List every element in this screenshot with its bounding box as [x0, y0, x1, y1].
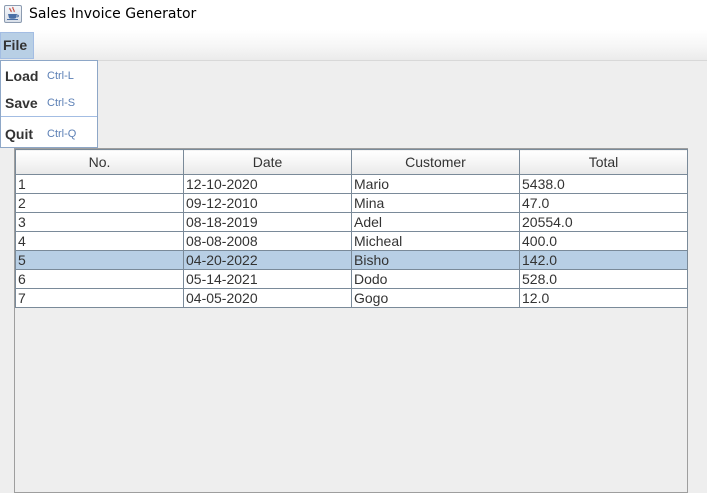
cell-date[interactable]: 05-14-2021 [183, 269, 352, 289]
cell-no[interactable]: 5 [15, 250, 184, 270]
column-header-customer[interactable]: Customer [351, 149, 520, 175]
table-header-row: No. Date Customer Total [15, 149, 688, 175]
cell-total[interactable]: 5438.0 [519, 174, 688, 194]
cell-no[interactable]: 1 [15, 174, 184, 194]
cell-total[interactable]: 400.0 [519, 231, 688, 251]
cell-no[interactable]: 4 [15, 231, 184, 251]
cell-total[interactable]: 12.0 [519, 288, 688, 308]
cell-date[interactable]: 08-08-2008 [183, 231, 352, 251]
table-row[interactable]: 6 05-14-2021 Dodo 528.0 [15, 269, 688, 289]
cell-date[interactable]: 04-05-2020 [183, 288, 352, 308]
cell-no[interactable]: 7 [15, 288, 184, 308]
window-title: Sales Invoice Generator [29, 6, 197, 22]
table-row[interactable]: 4 08-08-2008 Micheal 400.0 [15, 231, 688, 251]
column-header-date[interactable]: Date [183, 149, 352, 175]
menu-item-quit-accelerator: Ctrl-Q [47, 128, 77, 140]
cell-customer[interactable]: Adel [351, 212, 520, 232]
menu-item-save-accelerator: Ctrl-S [47, 97, 76, 109]
cell-date[interactable]: 04-20-2022 [183, 250, 352, 270]
cell-no[interactable]: 2 [15, 193, 184, 213]
menu-item-load-label: Load [5, 68, 39, 84]
cell-no[interactable]: 6 [15, 269, 184, 289]
menu-item-save[interactable]: Save Ctrl-S [1, 91, 97, 115]
file-menu-dropdown: Load Ctrl-L Save Ctrl-S Quit Ctrl-Q [0, 60, 98, 148]
cell-customer[interactable]: Mario [351, 174, 520, 194]
java-cup-icon [4, 5, 22, 23]
menu-item-save-label: Save [5, 95, 38, 111]
column-header-no[interactable]: No. [15, 149, 184, 175]
table-row[interactable]: 7 04-05-2020 Gogo 12.0 [15, 288, 688, 308]
cell-total[interactable]: 142.0 [519, 250, 688, 270]
cell-total[interactable]: 47.0 [519, 193, 688, 213]
cell-total[interactable]: 528.0 [519, 269, 688, 289]
menu-item-load-accelerator: Ctrl-L [47, 70, 74, 82]
invoices-table-scrollpane[interactable]: No. Date Customer Total 1 12-10-2020 Mar… [14, 148, 688, 493]
menu-item-quit-label: Quit [5, 126, 33, 142]
table-row[interactable]: 3 08-18-2019 Adel 20554.0 [15, 212, 688, 232]
menu-separator [1, 116, 97, 117]
cell-no[interactable]: 3 [15, 212, 184, 232]
table-row[interactable]: 1 12-10-2020 Mario 5438.0 [15, 174, 688, 194]
table-row-selected[interactable]: 5 04-20-2022 Bisho 142.0 [15, 250, 688, 270]
cell-customer[interactable]: Bisho [351, 250, 520, 270]
title-bar: Sales Invoice Generator [0, 0, 707, 30]
menu-file[interactable]: File [0, 32, 34, 59]
cell-date[interactable]: 12-10-2020 [183, 174, 352, 194]
invoices-table[interactable]: No. Date Customer Total 1 12-10-2020 Mar… [15, 149, 688, 308]
cell-date[interactable]: 08-18-2019 [183, 212, 352, 232]
cell-customer[interactable]: Dodo [351, 269, 520, 289]
cell-customer[interactable]: Mina [351, 193, 520, 213]
cell-customer[interactable]: Gogo [351, 288, 520, 308]
menu-item-load[interactable]: Load Ctrl-L [1, 64, 97, 88]
table-row[interactable]: 2 09-12-2010 Mina 47.0 [15, 193, 688, 213]
cell-total[interactable]: 20554.0 [519, 212, 688, 232]
menu-bar: File [0, 30, 707, 61]
cell-customer[interactable]: Micheal [351, 231, 520, 251]
column-header-total[interactable]: Total [519, 149, 688, 175]
menu-item-quit[interactable]: Quit Ctrl-Q [1, 122, 97, 146]
cell-date[interactable]: 09-12-2010 [183, 193, 352, 213]
